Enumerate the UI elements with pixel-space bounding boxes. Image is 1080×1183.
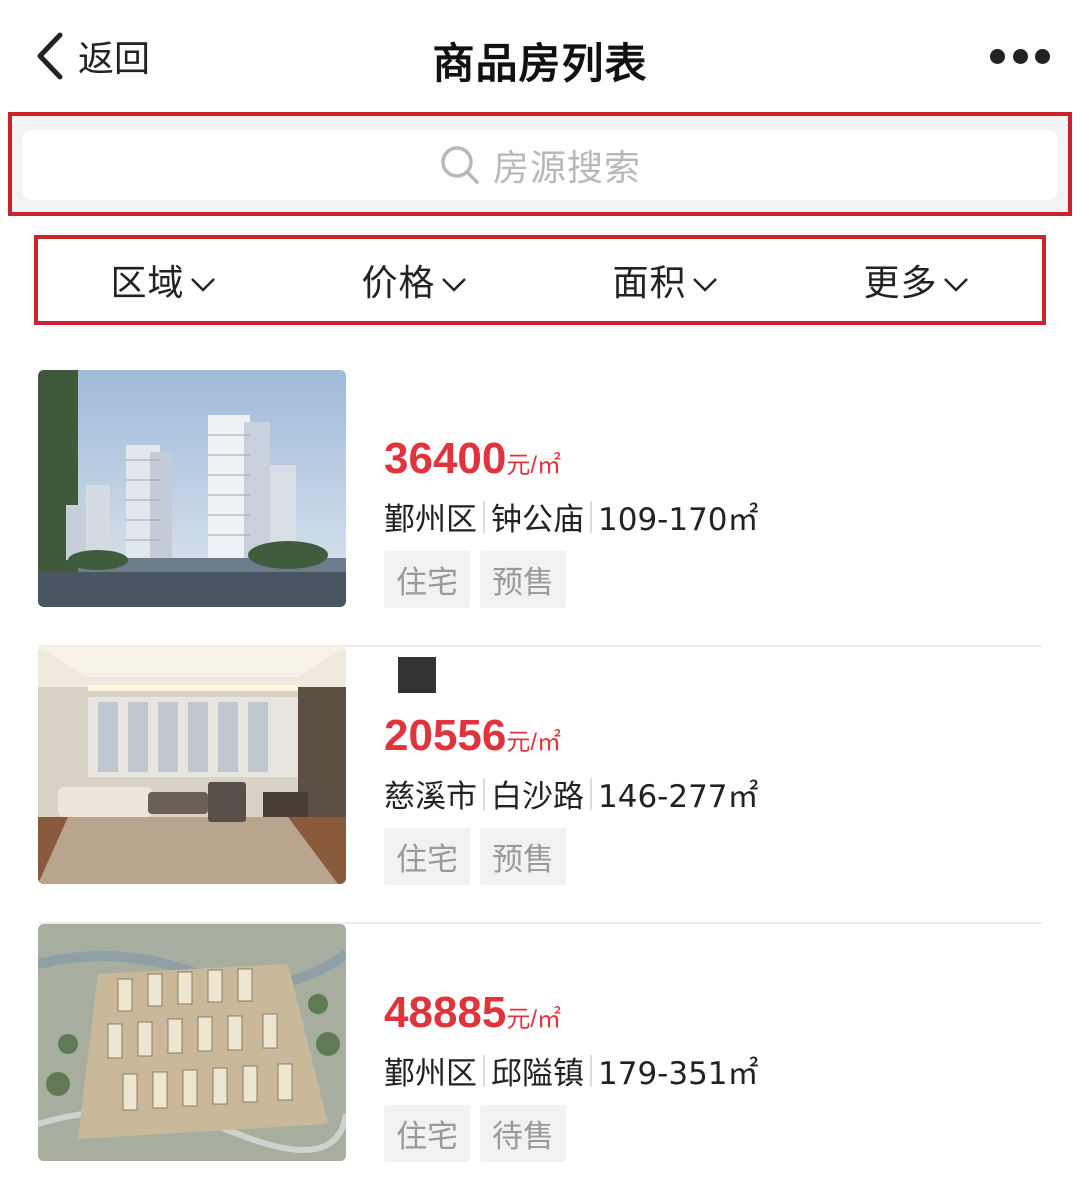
chevron-down-icon <box>692 278 717 292</box>
filter-price[interactable]: 价格 <box>361 254 467 306</box>
listing-area-name: 邱隘镇 <box>491 1056 584 1092</box>
listing-size: 146-277㎡ <box>598 779 759 815</box>
listing-item[interactable]: 20556元/㎡ 慈溪市 白沙路 146-277㎡ 住宅 预售 <box>38 647 1042 924</box>
search-input[interactable]: 房源搜索 <box>22 130 1058 200</box>
tag-status: 待售 <box>480 1105 566 1162</box>
price-unit: 元/㎡ <box>506 452 562 479</box>
listing-tags: 住宅 待售 <box>384 1105 759 1162</box>
listing-price: 36400元/㎡ <box>384 434 759 484</box>
listing-price: 20556元/㎡ <box>384 711 759 761</box>
listing-name-redacted <box>384 934 759 980</box>
listing-info: 36400元/㎡ 鄞州区 钟公庙 109-170㎡ 住宅 预售 <box>384 370 759 608</box>
listing-district: 鄞州区 <box>384 1056 477 1092</box>
listing-area-name: 钟公庙 <box>491 502 584 538</box>
search-placeholder: 房源搜索 <box>492 148 641 189</box>
tag-type: 住宅 <box>384 551 470 608</box>
filter-more[interactable]: 更多 <box>863 254 969 306</box>
listing-meta: 鄞州区 邱隘镇 179-351㎡ <box>384 1048 759 1093</box>
price-unit: 元/㎡ <box>506 1006 562 1033</box>
price-value: 20556 <box>384 711 507 760</box>
filter-label: 更多 <box>863 263 938 304</box>
chevron-down-icon <box>943 278 968 292</box>
tag-status: 预售 <box>480 828 566 885</box>
page-title: 商品房列表 <box>432 39 648 88</box>
filter-label: 区域 <box>110 263 185 304</box>
listing-name-redacted <box>384 657 759 703</box>
listing-tags: 住宅 预售 <box>384 828 759 885</box>
chevron-down-icon <box>441 278 466 292</box>
filter-bar: 区域 价格 面积 更多 <box>34 235 1046 325</box>
tag-status: 预售 <box>480 551 566 608</box>
search-bar: 房源搜索 <box>8 112 1072 216</box>
filter-label: 面积 <box>612 263 687 304</box>
nav-bar: 返回 商品房列表 <box>0 0 1080 112</box>
price-unit: 元/㎡ <box>506 729 562 756</box>
listing-district: 慈溪市 <box>384 779 477 815</box>
price-value: 48885 <box>384 988 507 1037</box>
listing-photo-aerial <box>38 924 346 1161</box>
filter-region[interactable]: 区域 <box>110 254 216 306</box>
price-value: 36400 <box>384 434 507 483</box>
listing-meta: 鄞州区 钟公庙 109-170㎡ <box>384 494 759 539</box>
listing-size: 179-351㎡ <box>598 1056 759 1092</box>
filter-area[interactable]: 面积 <box>612 254 718 306</box>
listing-item[interactable]: 48885元/㎡ 鄞州区 邱隘镇 179-351㎡ 住宅 待售 <box>38 924 1042 1183</box>
listing-area-name: 白沙路 <box>491 779 584 815</box>
more-menu-icon[interactable] <box>990 42 1050 70</box>
listing-tags: 住宅 预售 <box>384 551 759 608</box>
listing-photo-towers <box>38 370 346 607</box>
filter-label: 价格 <box>361 263 436 304</box>
listing-list: 36400元/㎡ 鄞州区 钟公庙 109-170㎡ 住宅 预售 20556元/㎡… <box>38 370 1042 1183</box>
listing-meta: 慈溪市 白沙路 146-277㎡ <box>384 771 759 816</box>
chevron-down-icon <box>190 278 215 292</box>
listing-info: 20556元/㎡ 慈溪市 白沙路 146-277㎡ 住宅 预售 <box>384 647 759 885</box>
tag-type: 住宅 <box>384 1105 470 1162</box>
listing-info: 48885元/㎡ 鄞州区 邱隘镇 179-351㎡ 住宅 待售 <box>384 924 759 1162</box>
listing-photo-living-room <box>38 647 346 884</box>
listing-price: 48885元/㎡ <box>384 988 759 1038</box>
listing-size: 109-170㎡ <box>598 502 759 538</box>
tag-type: 住宅 <box>384 828 470 885</box>
listing-district: 鄞州区 <box>384 502 477 538</box>
search-icon <box>441 146 479 184</box>
listing-item[interactable]: 36400元/㎡ 鄞州区 钟公庙 109-170㎡ 住宅 预售 <box>38 370 1042 647</box>
listing-name-redacted <box>384 380 759 426</box>
